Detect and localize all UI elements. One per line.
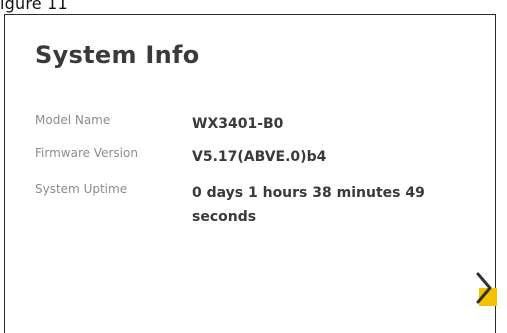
next-button[interactable] (469, 270, 497, 306)
card-title: System Info (35, 41, 200, 69)
firmware-version-value: V5.17(ABVE.0)b4 (192, 149, 327, 165)
chevron-right-icon (476, 272, 492, 304)
firmware-version-label: Firmware Version (35, 146, 138, 160)
model-name-label: Model Name (35, 113, 111, 127)
model-name-value: WX3401-B0 (192, 116, 284, 132)
system-uptime-label: System Uptime (35, 182, 128, 196)
system-info-card: System Info Model Name WX3401-B0 Firmwar… (4, 14, 496, 333)
figure-caption: igure 11 (0, 0, 68, 13)
system-uptime-value: 0 days 1 hours 38 minutes 49 seconds (192, 185, 425, 225)
